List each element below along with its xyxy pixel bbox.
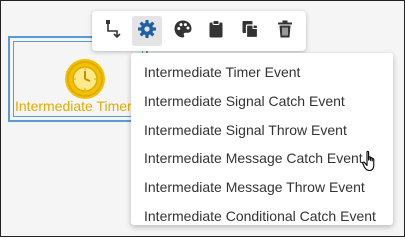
trash-icon	[275, 19, 295, 44]
copy-icon	[240, 19, 260, 44]
color-button[interactable]	[168, 16, 198, 46]
flow-connector-icon	[103, 19, 123, 44]
menu-item-signal-catch-event[interactable]: Intermediate Signal Catch Event	[131, 87, 393, 116]
hand-cursor-icon	[361, 150, 381, 179]
menu-item-message-throw-event[interactable]: Intermediate Message Throw Event	[131, 173, 393, 202]
flow-connector-button[interactable]	[98, 16, 128, 46]
duplicate-button[interactable]	[235, 16, 265, 46]
modeler-canvas[interactable]: Intermediate Timer Event	[0, 0, 405, 237]
delete-button[interactable]	[270, 16, 300, 46]
clipboard-icon	[206, 19, 226, 44]
event-type-menu: Intermediate Timer Event Intermediate Si…	[131, 53, 393, 225]
menu-item-timer-event[interactable]: Intermediate Timer Event	[131, 58, 393, 87]
menu-item-message-catch-event[interactable]: Intermediate Message Catch Event	[131, 144, 393, 173]
menu-item-signal-throw-event[interactable]: Intermediate Signal Throw Event	[131, 116, 393, 145]
palette-icon	[173, 19, 193, 44]
gear-icon	[137, 19, 157, 44]
paste-button[interactable]	[201, 16, 231, 46]
settings-button[interactable]	[132, 16, 162, 46]
menu-item-conditional-catch-event[interactable]: Intermediate Conditional Catch Event	[131, 202, 393, 231]
node-toolbar	[92, 11, 306, 51]
timer-event-icon[interactable]	[65, 59, 105, 99]
